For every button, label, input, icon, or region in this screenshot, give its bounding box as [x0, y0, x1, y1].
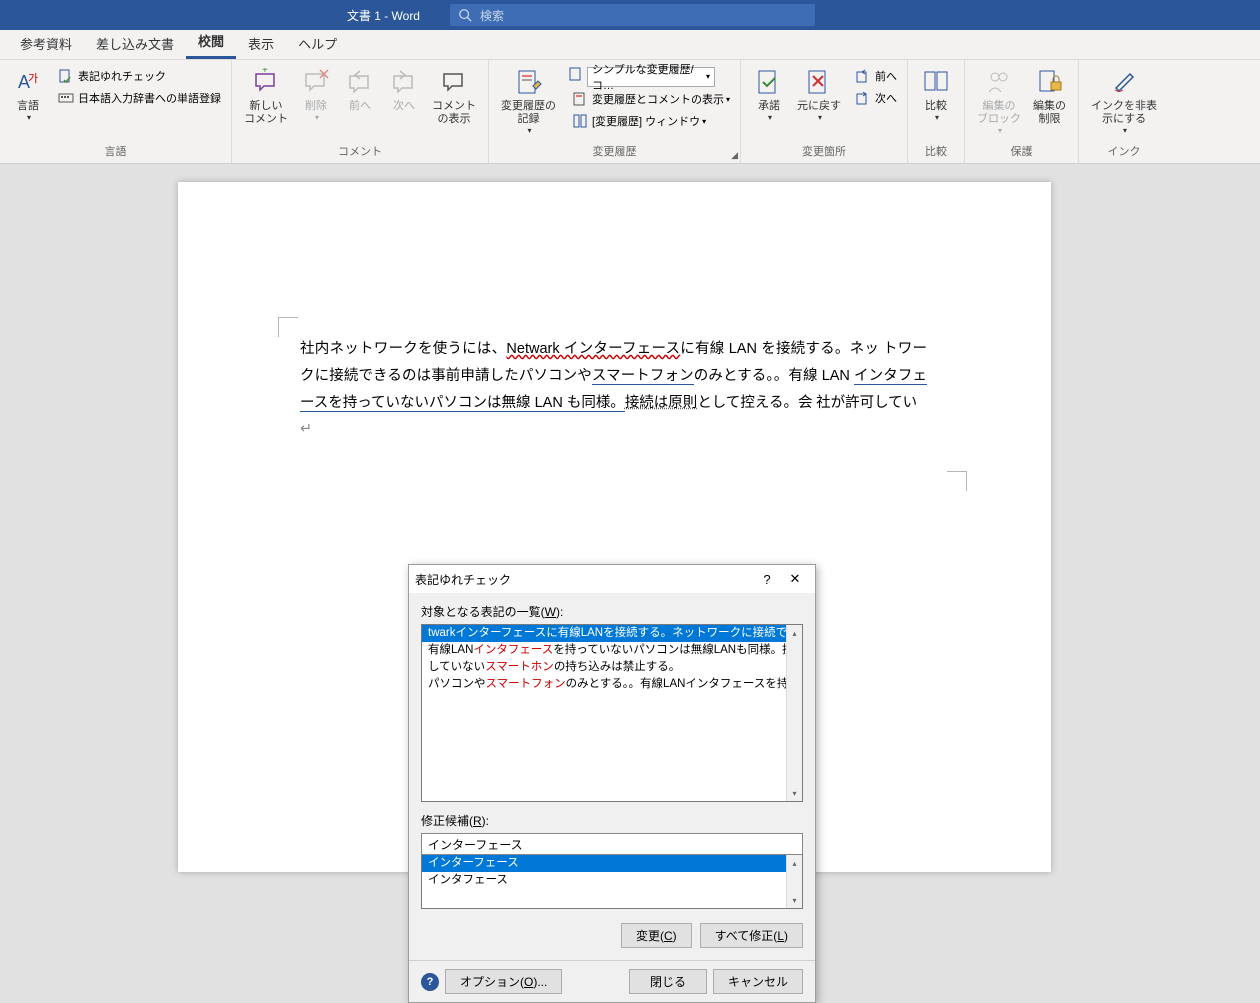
- new-comment-button[interactable]: +新しい コメント: [238, 64, 294, 128]
- block-authors-button[interactable]: 編集の ブロック▾: [971, 64, 1027, 138]
- check-doc-icon: [58, 68, 74, 84]
- group-protect: 編集の ブロック▾ 編集の 制限 保護: [965, 60, 1079, 163]
- group-changes: 承諾▾ 元に戻す▾ 前へ 次へ 変更箇所: [741, 60, 908, 163]
- next-icon: [855, 90, 871, 106]
- window-title: 文書 1 - Word: [0, 7, 450, 24]
- list-item[interactable]: 有線LANインタフェースを持っていないパソコンは無線LANも同様。接続は原: [422, 642, 786, 659]
- ribbon: A가 言語 ▾ 表記ゆれチェック 日本語入力辞書への単語登録 言語 +新しい コ…: [0, 60, 1260, 164]
- prev-change-button[interactable]: 前へ: [851, 66, 901, 86]
- list-item[interactable]: インターフェース: [422, 855, 786, 872]
- list-item[interactable]: パソコンやスマートフォンのみとする。。有線LANインタフェースを持っていないパ: [422, 676, 786, 693]
- keyboard-icon: [58, 90, 74, 106]
- list-item[interactable]: twarkインターフェースに有線LANを接続する。ネットワークに接続できるの: [422, 625, 786, 642]
- lock-icon: [1034, 66, 1066, 98]
- block-icon: [983, 66, 1015, 98]
- compare-button[interactable]: 比較▾: [914, 64, 958, 125]
- delete-comment-icon: [300, 66, 332, 98]
- group-compare: 比較▾ 比較: [908, 60, 965, 163]
- scroll-down-icon[interactable]: ▾: [787, 892, 802, 908]
- track-changes-icon: [513, 66, 545, 98]
- svg-text:가: 가: [28, 72, 38, 85]
- reject-icon: [803, 66, 835, 98]
- show-comments-icon: [438, 66, 470, 98]
- prev-icon: [855, 68, 871, 84]
- tab-help[interactable]: ヘルプ: [286, 28, 349, 59]
- ime-register-button[interactable]: 日本語入力辞書への単語登録: [54, 88, 225, 108]
- markup-view-select[interactable]: シンプルな変更履歴/コ…▾: [587, 67, 715, 87]
- accept-icon: [753, 66, 785, 98]
- list-item[interactable]: していないスマートホンの持ち込みは禁止する。: [422, 659, 786, 676]
- show-markup-button[interactable]: 変更履歴とコメントの表示▾: [568, 89, 734, 109]
- options-button[interactable]: オプション(O)...: [445, 969, 562, 994]
- document-area: 社内ネットワークを使うには、Netwark インターフェースに有線 LAN を接…: [0, 164, 1260, 872]
- markup-icon: [568, 66, 584, 87]
- page-content[interactable]: 社内ネットワークを使うには、Netwark インターフェースに有線 LAN を接…: [300, 336, 927, 443]
- scroll-up-icon[interactable]: ▴: [787, 855, 802, 871]
- group-comments: +新しい コメント 削除▾ 前へ 次へ コメント の表示 コメント: [232, 60, 489, 163]
- group-ink: インクを非表 示にする▾ インク: [1079, 60, 1169, 163]
- tracking-launcher[interactable]: ◢: [731, 150, 738, 161]
- restrict-editing-button[interactable]: 編集の 制限: [1027, 64, 1072, 128]
- dialog-titlebar[interactable]: 表記ゆれチェック ? ✕: [409, 565, 815, 593]
- scroll-down-icon[interactable]: ▾: [787, 785, 802, 801]
- ink-icon: [1108, 66, 1140, 98]
- track-changes-button[interactable]: 変更履歴の 記録▾: [495, 64, 562, 138]
- svg-text:+: +: [262, 68, 268, 76]
- reject-button[interactable]: 元に戻す▾: [791, 64, 847, 125]
- search-placeholder: 検索: [480, 7, 504, 24]
- occurrences-listbox[interactable]: twarkインターフェースに有線LANを接続する。ネットワークに接続できるの有線…: [421, 624, 803, 802]
- spelling-dialog: 表記ゆれチェック ? ✕ 対象となる表記の一覧(W): twarkインターフェー…: [408, 564, 816, 1003]
- list-item[interactable]: インタフェース: [422, 872, 786, 889]
- show-comments-button[interactable]: コメント の表示: [426, 64, 482, 128]
- search-icon: [458, 8, 472, 22]
- dialog-title: 表記ゆれチェック: [415, 571, 753, 588]
- close-dialog-button[interactable]: 閉じる: [629, 969, 707, 994]
- fix-input[interactable]: [421, 833, 803, 855]
- paragraph-mark: ↵: [300, 421, 312, 437]
- close-button[interactable]: ✕: [781, 569, 809, 589]
- change-button[interactable]: 変更(C): [621, 923, 692, 948]
- review-pane-button[interactable]: [変更履歴] ウィンドウ▾: [568, 111, 734, 131]
- list-label: 対象となる表記の一覧(W):: [421, 603, 803, 620]
- help-icon[interactable]: ?: [421, 973, 439, 991]
- markup-list-icon: [572, 91, 588, 107]
- scrollbar[interactable]: ▴ ▾: [786, 855, 802, 908]
- next-comment-icon: [388, 66, 420, 98]
- delete-comment-button[interactable]: 削除▾: [294, 64, 338, 125]
- chevron-down-icon: ▾: [706, 72, 710, 81]
- pane-icon: [572, 113, 588, 129]
- tab-mailings[interactable]: 差し込み文書: [84, 28, 186, 59]
- language-icon: A가: [12, 66, 44, 98]
- fix-label: 修正候補(R):: [421, 812, 803, 829]
- next-comment-button[interactable]: 次へ: [382, 64, 426, 115]
- hide-ink-button[interactable]: インクを非表 示にする▾: [1085, 64, 1163, 138]
- ribbon-tabs: 参考資料 差し込み文書 校閲 表示 ヘルプ: [0, 30, 1260, 60]
- group-tracking: 変更履歴の 記録▾ シンプルな変更履歴/コ…▾ 変更履歴とコメントの表示▾ [変…: [489, 60, 741, 163]
- accept-button[interactable]: 承諾▾: [747, 64, 791, 125]
- change-all-button[interactable]: すべて修正(L): [700, 923, 803, 948]
- chevron-down-icon: ▾: [27, 113, 31, 123]
- margin-corner: [278, 317, 298, 337]
- cancel-button[interactable]: キャンセル: [713, 969, 803, 994]
- tab-references[interactable]: 参考資料: [8, 28, 84, 59]
- search-box[interactable]: 検索: [450, 4, 815, 26]
- help-button[interactable]: ?: [753, 569, 781, 589]
- compare-icon: [920, 66, 952, 98]
- prev-comment-icon: [344, 66, 376, 98]
- scroll-up-icon[interactable]: ▴: [787, 625, 802, 641]
- new-comment-icon: +: [250, 66, 282, 98]
- fix-options-list[interactable]: インターフェースインタフェース ▴ ▾: [421, 855, 803, 909]
- prev-comment-button[interactable]: 前へ: [338, 64, 382, 115]
- language-button[interactable]: A가 言語 ▾: [6, 64, 50, 125]
- tab-review[interactable]: 校閲: [186, 25, 236, 59]
- spelling-check-button[interactable]: 表記ゆれチェック: [54, 66, 225, 86]
- margin-corner: [947, 471, 967, 491]
- scrollbar[interactable]: ▴ ▾: [786, 625, 802, 801]
- group-language: A가 言語 ▾ 表記ゆれチェック 日本語入力辞書への単語登録 言語: [0, 60, 232, 163]
- next-change-button[interactable]: 次へ: [851, 88, 901, 108]
- tab-view[interactable]: 表示: [236, 28, 286, 59]
